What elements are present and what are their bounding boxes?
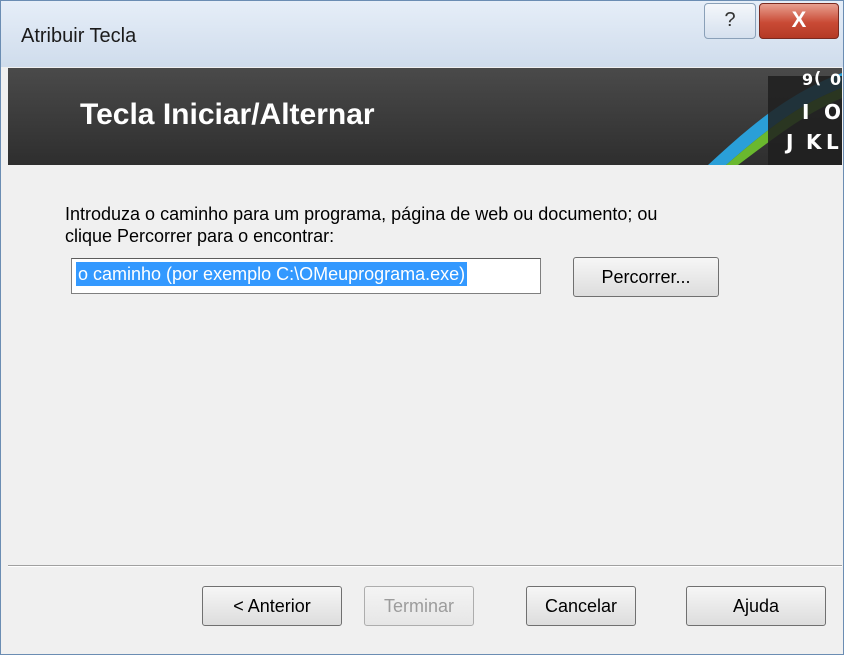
instruction-text: Introduza o caminho para um programa, pá…: [65, 203, 765, 247]
page-title: Tecla Iniciar/Alternar: [80, 98, 375, 131]
path-input-value: o caminho (por exemplo C:\OMeuprograma.e…: [76, 262, 468, 286]
key-k: K: [806, 130, 822, 154]
key-0: 0: [830, 70, 842, 89]
keyboard-logo: 9 ( 0 I O J K L: [688, 68, 842, 165]
instruction-line-1: Introduza o caminho para um programa, pá…: [65, 204, 658, 224]
window-title: Atribuir Tecla: [21, 25, 137, 47]
title-bar[interactable]: Atribuir Tecla ? X: [1, 1, 843, 67]
key-j: J: [786, 130, 794, 154]
help-button[interactable]: Ajuda: [686, 586, 826, 626]
browse-button[interactable]: Percorrer...: [573, 257, 719, 297]
key-l: L: [826, 130, 839, 154]
path-input[interactable]: o caminho (por exemplo C:\OMeuprograma.e…: [71, 258, 541, 294]
dialog-window: Atribuir Tecla ? X Tecla Iniciar/Alterna…: [0, 0, 844, 655]
content-area: Introduza o caminho para um programa, pá…: [8, 165, 842, 565]
help-icon-button[interactable]: ?: [704, 3, 756, 39]
instruction-line-2: clique Percorrer para o encontrar:: [65, 226, 335, 246]
key-9: 9: [802, 70, 814, 89]
key-i: I: [802, 100, 810, 124]
key-o: O: [824, 100, 842, 124]
close-icon: X: [791, 7, 807, 32]
finish-button[interactable]: Terminar: [364, 586, 474, 626]
header-banner: Tecla Iniciar/Alternar 9 ( 0 I O J K L: [8, 68, 842, 165]
close-button[interactable]: X: [759, 3, 839, 39]
footer-separator: [8, 565, 842, 567]
cancel-button[interactable]: Cancelar: [526, 586, 636, 626]
back-button[interactable]: < Anterior: [202, 586, 342, 626]
key-paren: (: [814, 68, 822, 87]
